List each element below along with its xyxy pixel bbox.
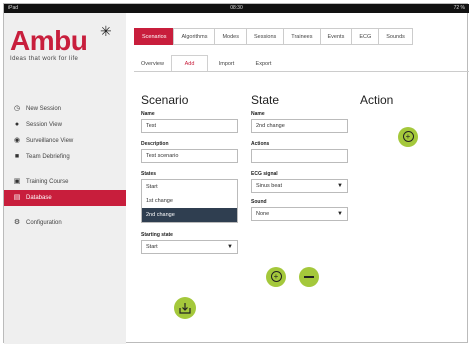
- sidebar-nav: ◷ New Session ● Session View ◉ Surveilla…: [4, 101, 126, 231]
- sub-tabs: Overview Add Import Export: [134, 55, 282, 72]
- list-item[interactable]: Start: [142, 180, 237, 194]
- sidebar-item-label: Configuration: [26, 220, 62, 226]
- sidebar-item-label: New Session: [26, 106, 62, 112]
- chevron-down-icon: ▼: [337, 183, 343, 189]
- sidebar-item-team-debriefing[interactable]: ■ Team Debriefing: [4, 149, 126, 165]
- sound-label: Sound: [251, 199, 267, 205]
- clock: 08:30: [230, 5, 243, 11]
- state-column: State Name 2nd change Actions ECG signal…: [251, 93, 348, 221]
- tab-events[interactable]: Events: [319, 28, 352, 45]
- actions-input[interactable]: [251, 149, 348, 163]
- app-window: iPad 08:30 72 % Ambu ✳ Ideas that work f…: [3, 3, 469, 344]
- state-name-label: Name: [251, 111, 265, 117]
- list-item[interactable]: 1st change: [142, 194, 237, 208]
- add-state-button[interactable]: +: [266, 267, 286, 287]
- subtabs-divider: [134, 71, 469, 72]
- download-icon: [179, 303, 191, 314]
- subtab-export[interactable]: Export: [245, 55, 282, 72]
- state-name-input[interactable]: 2nd change: [251, 119, 348, 133]
- sidebar-item-training-course[interactable]: ▣ Training Course: [4, 174, 126, 190]
- add-action-button[interactable]: +: [398, 127, 418, 147]
- clock-icon: ◷: [13, 105, 21, 112]
- sidebar-item-database[interactable]: ▤ Database: [4, 190, 126, 206]
- tab-algorithms[interactable]: Algorithms: [173, 28, 215, 45]
- sound-value: None: [256, 211, 270, 217]
- actions-label: Actions: [251, 141, 270, 147]
- state-heading: State: [251, 93, 280, 107]
- chevron-down-icon: ▼: [337, 211, 343, 217]
- tab-modes[interactable]: Modes: [214, 28, 246, 45]
- action-column: Action: [360, 93, 393, 107]
- sidebar-item-configuration[interactable]: ⚙ Configuration: [4, 215, 126, 231]
- sidebar: Ambu ✳ Ideas that work for life ◷ New Se…: [4, 13, 126, 344]
- database-icon: ▤: [13, 194, 21, 201]
- top-tabs: Scenarios Algorithms Modes Sessions Trai…: [134, 28, 413, 45]
- save-scenario-button[interactable]: [174, 297, 196, 319]
- status-bar: iPad 08:30 72 %: [4, 4, 469, 13]
- scenario-heading: Scenario: [141, 93, 189, 107]
- document-icon: ■: [14, 153, 20, 160]
- subtab-overview[interactable]: Overview: [134, 55, 171, 72]
- logo-tagline: Ideas that work for life: [10, 56, 79, 62]
- scenario-column: Scenario Name Test Description Test scen…: [141, 93, 238, 254]
- states-list[interactable]: Start 1st change 2nd change: [141, 179, 238, 223]
- ecg-signal-label: ECG signal: [251, 171, 278, 177]
- minus-icon: [304, 276, 314, 278]
- description-label: Description: [141, 141, 169, 147]
- eye-icon: ◉: [13, 137, 21, 144]
- description-input[interactable]: Test scenario: [141, 149, 238, 163]
- action-heading: Action: [360, 93, 394, 107]
- sidebar-item-new-session[interactable]: ◷ New Session: [4, 101, 126, 117]
- main-content: Scenarios Algorithms Modes Sessions Trai…: [126, 13, 469, 344]
- subtab-import[interactable]: Import: [208, 55, 245, 72]
- remove-state-button[interactable]: [299, 267, 319, 287]
- sound-select[interactable]: None ▼: [251, 207, 348, 221]
- sidebar-item-label: Session View: [26, 122, 62, 128]
- sidebar-item-label: Training Course: [26, 179, 69, 185]
- starting-state-select[interactable]: Start ▼: [141, 240, 238, 254]
- list-item-selected[interactable]: 2nd change: [142, 208, 237, 222]
- sidebar-item-session-view[interactable]: ● Session View: [4, 117, 126, 133]
- ecg-signal-value: Sinus beat: [256, 183, 282, 189]
- states-label: States: [141, 171, 157, 177]
- logo-star-icon: ✳: [100, 23, 112, 39]
- course-icon: ▣: [13, 178, 21, 185]
- subtab-add[interactable]: Add: [171, 55, 208, 72]
- tab-scenarios[interactable]: Scenarios: [134, 28, 174, 45]
- starting-state-label: Starting state: [141, 232, 173, 238]
- plus-icon: +: [402, 131, 414, 143]
- battery-level: 72 %: [453, 5, 465, 11]
- person-icon: ●: [14, 121, 20, 128]
- tab-trainees[interactable]: Trainees: [283, 28, 320, 45]
- tab-ecg[interactable]: ECG: [351, 28, 379, 45]
- sidebar-item-label: Database: [26, 195, 52, 201]
- sidebar-item-label: Team Debriefing: [26, 154, 70, 160]
- tab-sessions[interactable]: Sessions: [245, 28, 284, 45]
- sidebar-item-label: Surveillance View: [26, 138, 74, 144]
- starting-state-value: Start: [146, 244, 158, 250]
- ecg-signal-select[interactable]: Sinus beat ▼: [251, 179, 348, 193]
- ambu-logo: Ambu ✳ Ideas that work for life: [10, 23, 120, 67]
- scenario-name-input[interactable]: Test: [141, 119, 238, 133]
- chevron-down-icon: ▼: [227, 244, 233, 250]
- scenario-name-label: Name: [141, 111, 155, 117]
- plus-icon: +: [270, 271, 282, 283]
- tab-sounds[interactable]: Sounds: [378, 28, 413, 45]
- sidebar-item-surveillance-view[interactable]: ◉ Surveillance View: [4, 133, 126, 149]
- gear-icon: ⚙: [13, 219, 21, 226]
